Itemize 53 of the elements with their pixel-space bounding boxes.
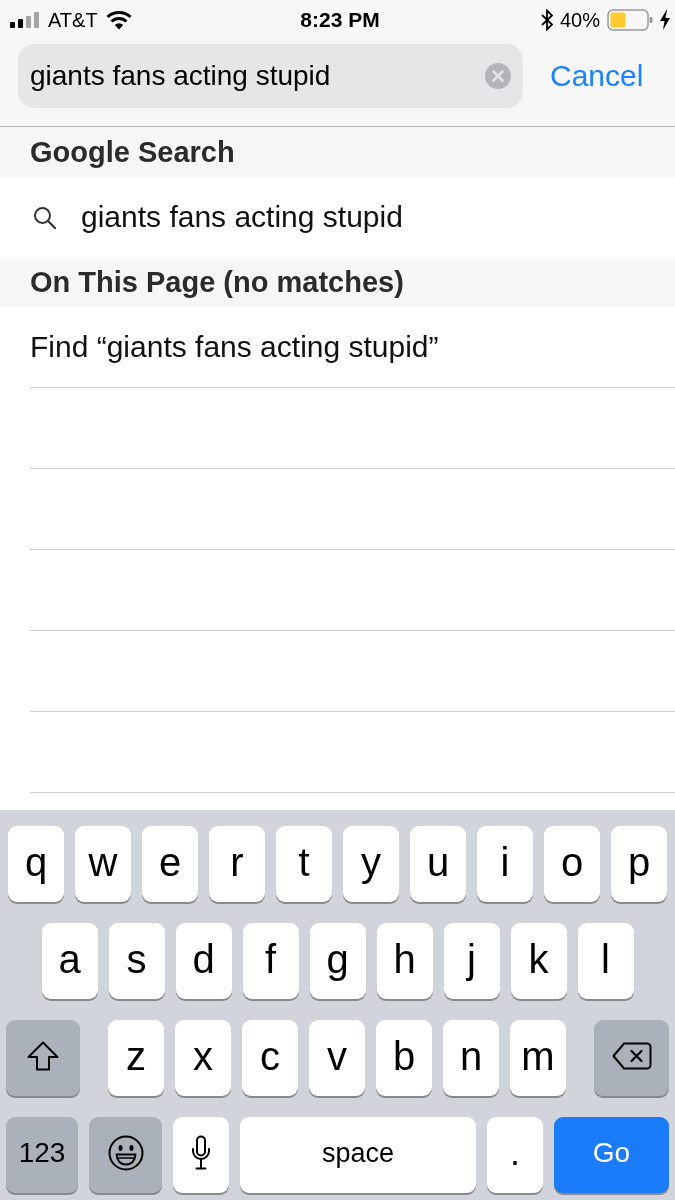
letter-key[interactable]: x [175,1020,231,1096]
letter-key[interactable]: v [309,1020,365,1096]
wifi-icon [105,10,132,30]
letter-key[interactable]: g [309,923,366,999]
letter-key[interactable]: u [410,826,466,902]
smiley-face-icon [107,1135,144,1171]
letter-key[interactable]: i [477,826,533,902]
letter-key[interactable]: t [276,826,332,902]
letter-key[interactable]: d [175,923,232,999]
letter-key[interactable]: j [443,923,500,999]
letter-key[interactable]: c [242,1020,298,1096]
letter-key[interactable]: s [108,923,165,999]
go-key[interactable]: Go [554,1117,669,1193]
letter-key[interactable]: b [376,1020,432,1096]
microphone-icon [191,1135,211,1171]
letter-key[interactable]: n [443,1020,499,1096]
delete-icon [611,1042,652,1070]
letter-key[interactable]: a [41,923,98,999]
delete-key[interactable] [594,1020,669,1096]
clock-time: 8:23 PM [300,8,380,32]
battery-icon [607,9,653,31]
section-header: Google Search [0,127,675,177]
charging-bolt-icon [660,10,670,30]
letter-key[interactable]: k [510,923,567,999]
letter-key[interactable]: h [376,923,433,999]
letter-key[interactable]: e [142,826,198,902]
letter-key[interactable]: f [242,923,299,999]
letter-key[interactable]: z [108,1020,164,1096]
shift-key[interactable] [6,1020,80,1096]
letter-key[interactable]: q [8,826,64,902]
dictation-key[interactable] [173,1117,229,1193]
signal-icon [10,12,40,28]
shift-icon [27,1041,59,1071]
search-field[interactable]: giants fans acting stupid [18,44,523,108]
search-suggestion[interactable]: giants fans acting stupid [81,200,403,234]
letter-key[interactable]: o [544,826,600,902]
find-on-page-option[interactable]: Find “giants fans acting stupid” [30,330,439,364]
numbers-key[interactable]: 123 [6,1117,78,1193]
search-icon [33,205,56,229]
period-key[interactable]: . [487,1117,543,1193]
letter-key[interactable]: p [611,826,667,902]
battery-percentage: 40% [559,8,600,32]
letter-key[interactable]: w [75,826,131,902]
emoji-key[interactable] [89,1117,162,1193]
space-key[interactable]: space [240,1117,476,1193]
letter-key[interactable]: r [209,826,265,902]
letter-key[interactable]: y [343,826,399,902]
section-header: On This Page (no matches) [0,257,675,307]
letter-key[interactable]: m [510,1020,566,1096]
bluetooth-icon [540,9,553,31]
letter-key[interactable]: l [577,923,634,999]
clear-icon [485,63,511,89]
carrier-name: AT&T [48,8,98,32]
